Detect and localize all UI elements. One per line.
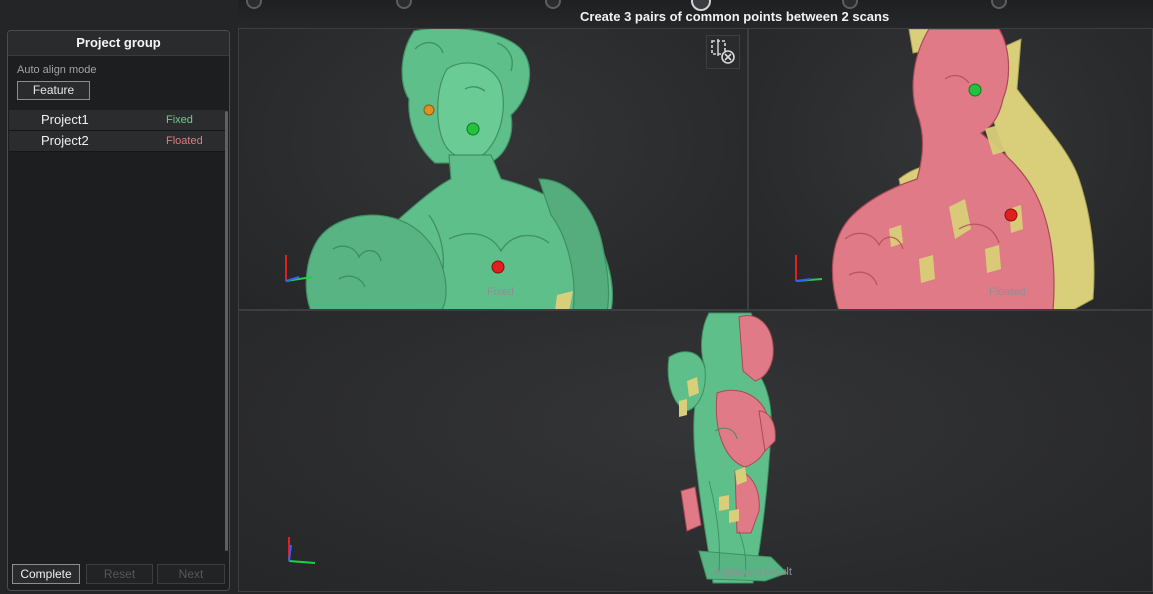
reset-button[interactable]: Reset bbox=[86, 564, 153, 584]
alignment-result-model bbox=[667, 312, 788, 584]
viewport-label-fixed: Fixed bbox=[487, 286, 514, 298]
complete-button[interactable]: Complete bbox=[12, 564, 80, 584]
axis-gizmo-icon bbox=[795, 255, 823, 282]
step-indicator bbox=[991, 0, 1007, 9]
alignment-result-viewport[interactable]: Alignment result bbox=[238, 310, 1153, 592]
action-buttons: Complete Reset Next bbox=[12, 564, 227, 584]
axis-gizmo-icon bbox=[285, 255, 313, 282]
step-indicator bbox=[246, 0, 262, 9]
project-list-scrollbar[interactable] bbox=[225, 111, 228, 551]
common-point-marker[interactable] bbox=[466, 122, 480, 136]
viewport-label-floated: Floated bbox=[989, 286, 1026, 298]
project-status: Fixed bbox=[166, 114, 193, 126]
step-indicator bbox=[545, 0, 561, 9]
viewport-label-result: Alignment result bbox=[713, 566, 792, 578]
project-list: Project1 Fixed Project2 Floated bbox=[9, 110, 225, 152]
step-indicator bbox=[842, 0, 858, 9]
clear-points-icon bbox=[711, 39, 735, 64]
fixed-scan-viewport[interactable]: Fixed bbox=[238, 28, 748, 310]
project-group-panel: Project group Auto align mode Feature Pr… bbox=[7, 30, 230, 591]
project-name: Project2 bbox=[41, 133, 89, 148]
project-name: Project1 bbox=[41, 112, 89, 127]
next-button[interactable]: Next bbox=[157, 564, 225, 584]
project-status: Floated bbox=[166, 135, 203, 147]
floated-scan-viewport[interactable]: Floated bbox=[748, 28, 1153, 310]
instruction-text: Create 3 pairs of common points between … bbox=[580, 9, 890, 24]
common-point-marker[interactable] bbox=[1004, 208, 1018, 222]
common-point-marker[interactable] bbox=[423, 104, 435, 116]
step-indicator bbox=[396, 0, 412, 9]
panel-title: Project group bbox=[8, 31, 229, 56]
project-row-project1[interactable]: Project1 Fixed bbox=[9, 110, 225, 131]
axis-gizmo-icon bbox=[288, 537, 316, 564]
align-mode-feature-button[interactable]: Feature bbox=[17, 81, 90, 100]
project-row-project2[interactable]: Project2 Floated bbox=[9, 131, 225, 152]
common-point-marker[interactable] bbox=[968, 83, 982, 97]
alignment-window: Create 3 pairs of common points between … bbox=[0, 0, 1153, 594]
clear-points-button[interactable] bbox=[706, 35, 740, 69]
align-mode-label: Auto align mode bbox=[17, 64, 97, 76]
common-point-marker[interactable] bbox=[491, 260, 505, 274]
